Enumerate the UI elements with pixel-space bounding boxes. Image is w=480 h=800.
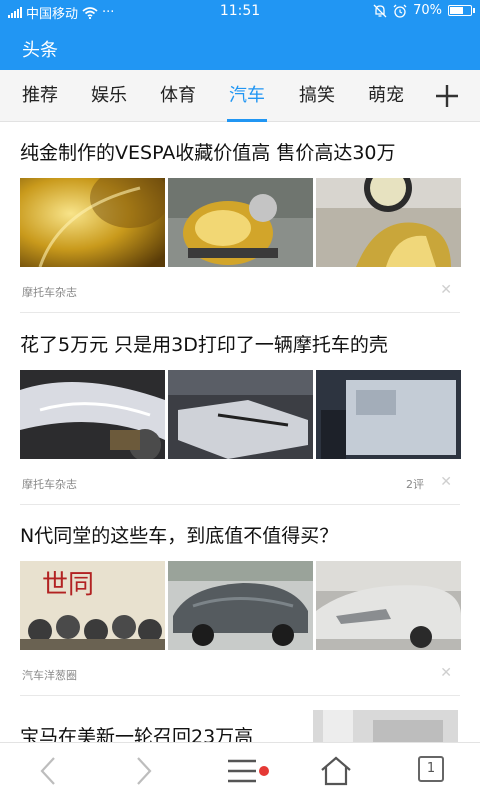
- tab-pets[interactable]: 萌宠: [364, 70, 408, 122]
- battery-fill: [450, 7, 463, 14]
- battery-percent: 70%: [413, 3, 442, 18]
- thumbnail-image: 世同: [20, 561, 165, 650]
- article-thumbnails: [20, 370, 461, 459]
- article-thumbnails: 世同: [20, 561, 461, 650]
- article-source: 汽车洋葱圈: [22, 669, 77, 682]
- tab-funny[interactable]: 搞笑: [295, 70, 339, 122]
- battery-icon: [448, 5, 475, 16]
- bottom-nav: 1: [0, 742, 480, 800]
- article-title[interactable]: N代同堂的这些车，到底值不值得买？: [20, 521, 338, 548]
- divider: [20, 504, 460, 505]
- article-thumbnails: [20, 178, 461, 267]
- page-title: 头条: [22, 40, 58, 61]
- notification-dot: [259, 766, 269, 776]
- forward-icon: [137, 757, 152, 785]
- back-icon: [40, 757, 55, 785]
- home-button[interactable]: [316, 753, 356, 789]
- thumbnail-image: [316, 370, 461, 459]
- thumbnail-image: [316, 178, 461, 267]
- article-card[interactable]: 纯金制作的VESPA收藏价值高 售价高达30万 摩托车杂志 ✕: [0, 138, 480, 313]
- divider: [20, 695, 460, 696]
- tab-recommend[interactable]: 推荐: [18, 70, 62, 122]
- article-source: 摩托车杂志: [22, 286, 77, 299]
- thumbnail-image: [20, 370, 165, 459]
- category-tabs: 推荐 娱乐 体育 汽车 搞笑 萌宠: [0, 70, 480, 122]
- add-tab-icon[interactable]: [434, 83, 460, 109]
- article-card[interactable]: 花了5万元 只是用3D打印了一辆摩托车的壳 摩托车杂志 2评 ✕: [0, 330, 480, 505]
- news-app: 中国移动 ··· 11:51 70% 头条 推荐 娱乐 体育 汽车 搞笑 萌宠 …: [0, 0, 480, 800]
- divider: [20, 312, 460, 313]
- dismiss-button[interactable]: ✕: [440, 665, 452, 681]
- app-header: 头条: [0, 24, 480, 70]
- thumbnail-image: [316, 561, 461, 650]
- thumbnail-image: [168, 370, 313, 459]
- tab-entertainment[interactable]: 娱乐: [87, 70, 131, 122]
- comment-count[interactable]: 2评: [406, 476, 424, 492]
- alarm-icon: [393, 4, 407, 18]
- back-button[interactable]: [28, 753, 68, 789]
- tabs-icon[interactable]: 1: [418, 756, 444, 782]
- article-title[interactable]: 纯金制作的VESPA收藏价值高 售价高达30万: [20, 138, 396, 165]
- menu-icon: [228, 759, 269, 783]
- article-card[interactable]: N代同堂的这些车，到底值不值得买？ 世同 汽车洋葱圈 ✕: [0, 521, 480, 696]
- article-title[interactable]: 花了5万元 只是用3D打印了一辆摩托车的壳: [20, 330, 388, 357]
- thumbnail-image: [168, 561, 313, 650]
- thumbnail-caption: 世同: [42, 570, 94, 600]
- home-icon: [321, 756, 351, 786]
- tab-auto[interactable]: 汽车: [225, 70, 269, 122]
- dismiss-button[interactable]: ✕: [440, 474, 452, 490]
- thumbnail-image: [168, 178, 313, 267]
- dismiss-button[interactable]: ✕: [440, 282, 452, 298]
- mute-icon: [373, 4, 387, 17]
- article-source: 摩托车杂志: [22, 478, 77, 491]
- forward-button[interactable]: [124, 753, 164, 789]
- menu-button[interactable]: [222, 753, 272, 789]
- thumbnail-image: [20, 178, 165, 267]
- tab-sports[interactable]: 体育: [156, 70, 200, 122]
- status-bar: 中国移动 ··· 11:51 70%: [0, 0, 480, 24]
